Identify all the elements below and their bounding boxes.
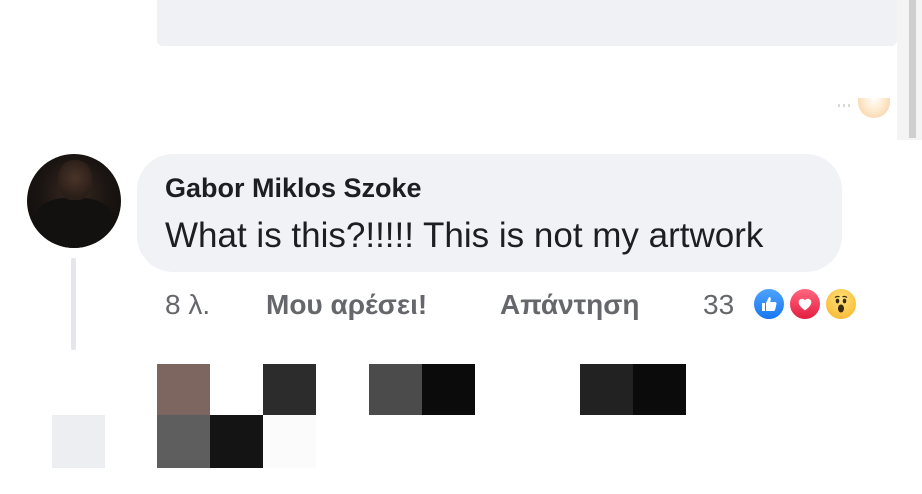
censor-block	[210, 415, 263, 468]
comment-text: What is this?!!!!! This is not my artwor…	[165, 216, 764, 255]
scrollbar[interactable]	[897, 0, 922, 140]
censor-block	[52, 415, 105, 468]
partial-reaction-icon	[858, 98, 890, 118]
avatar-head	[58, 160, 92, 200]
avatar-shoulders	[33, 198, 115, 248]
thread-line	[71, 258, 76, 350]
like-icon[interactable]	[751, 286, 787, 322]
censor-block	[263, 415, 316, 468]
censor-block	[369, 364, 422, 415]
censor-block	[422, 364, 475, 415]
like-button[interactable]: Μου αρέσει!	[266, 289, 427, 321]
comment-author[interactable]: Gabor Miklos Szoke	[165, 173, 422, 204]
love-icon[interactable]	[787, 286, 823, 322]
scrollbar-thumb[interactable]	[909, 0, 916, 138]
reaction-count[interactable]: 33	[703, 289, 734, 321]
previous-comment-bubble	[157, 0, 897, 46]
censor-block	[157, 415, 210, 468]
censor-block	[157, 364, 210, 415]
censor-block	[263, 364, 316, 415]
comment-timestamp[interactable]: 8 λ.	[165, 289, 210, 321]
censor-block	[633, 364, 686, 415]
censor-block	[580, 364, 633, 415]
wow-icon[interactable]	[823, 286, 859, 322]
partial-dots	[838, 104, 850, 107]
reply-button[interactable]: Απάντηση	[500, 289, 640, 321]
avatar[interactable]	[27, 154, 121, 248]
